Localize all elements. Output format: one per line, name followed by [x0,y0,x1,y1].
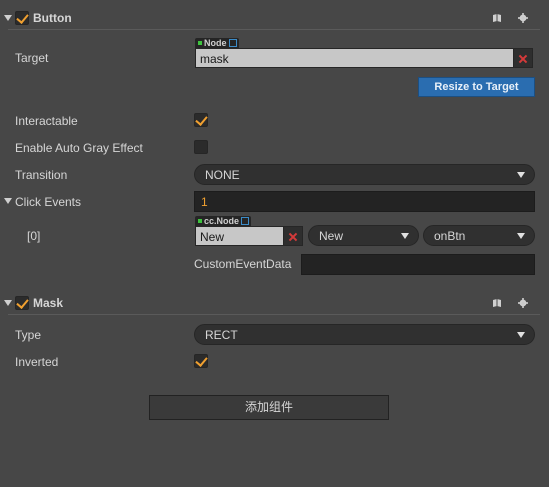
event-node-type-tag: cc.Node [195,216,252,226]
custom-event-data-label: CustomEventData [194,257,292,271]
mask-enabled-checkbox[interactable] [15,296,29,310]
mask-type-label: Type [15,328,42,342]
event-component-select[interactable]: New [308,225,419,246]
button-component-title: Button [33,11,72,25]
transition-value: NONE [205,168,240,182]
event-node-value: New [200,230,225,244]
mask-type-value: RECT [205,328,238,342]
event-component-value: New [319,229,344,243]
target-type-tag-label: Node [204,38,227,48]
click-events-count-input[interactable]: 1 [194,191,535,212]
interactable-checkbox[interactable] [194,113,208,127]
mask-component-title: Mask [33,296,64,310]
event-node-type-tag-label: cc.Node [204,216,240,226]
add-component-button[interactable]: 添加组件 [149,395,389,420]
chevron-down-icon [517,332,525,338]
click-events-count: 1 [201,195,208,209]
gear-icon[interactable] [518,298,528,308]
button-component-header[interactable]: Button [0,8,549,28]
auto-gray-checkbox[interactable] [194,140,208,154]
collapse-triangle-down-icon[interactable] [4,15,12,21]
transition-select[interactable]: NONE [194,164,535,185]
event-handler-select[interactable]: onBtn [423,225,535,246]
resize-to-target-button[interactable]: Resize to Target [418,77,535,97]
node-green-icon [198,219,202,223]
button-header-divider [8,29,540,30]
event-node-field[interactable]: New [195,226,284,246]
custom-event-data-input[interactable] [301,254,535,275]
target-type-tag: Node [195,38,239,48]
chevron-down-icon [517,172,525,178]
button-enabled-checkbox[interactable] [15,11,29,25]
event-node-clear-close-icon[interactable] [283,226,303,246]
book-icon[interactable] [492,298,502,308]
chevron-down-icon [401,233,409,239]
chevron-down-icon [517,233,525,239]
event-handler-value: onBtn [434,229,466,243]
click-events-label: Click Events [15,195,82,209]
target-clear-close-icon[interactable] [513,48,533,68]
target-label: Target [15,51,49,65]
inverted-checkbox[interactable] [194,354,208,368]
mask-type-select[interactable]: RECT [194,324,535,345]
auto-gray-label: Enable Auto Gray Effect [15,141,143,155]
interactable-label: Interactable [15,114,78,128]
transition-label: Transition [15,168,68,182]
mask-component-header[interactable]: Mask [0,293,549,313]
gear-icon[interactable] [518,13,528,23]
inverted-label: Inverted [15,355,59,369]
book-icon[interactable] [492,13,502,23]
event-index-label: [0] [27,229,41,243]
collapse-triangle-down-icon[interactable] [4,300,12,306]
mask-header-divider [8,314,540,315]
external-link-icon[interactable] [241,217,250,225]
click-events-triangle-down-icon[interactable] [4,198,12,204]
external-link-icon[interactable] [228,39,237,47]
node-green-icon [198,41,202,45]
target-field[interactable]: mask [195,48,514,68]
target-value: mask [200,52,229,66]
